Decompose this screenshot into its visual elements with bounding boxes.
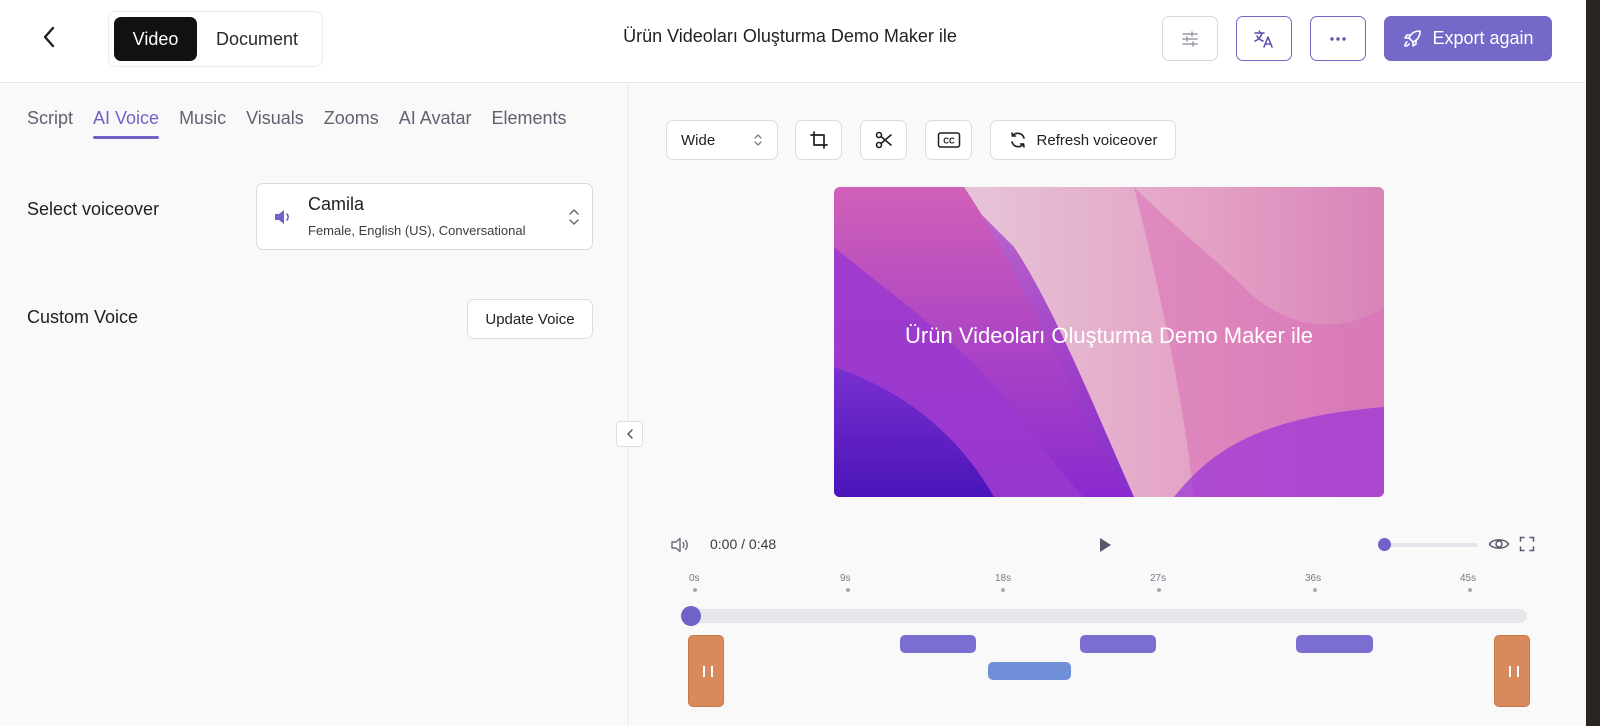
aspect-value: Wide bbox=[681, 131, 716, 149]
tick-marker bbox=[693, 588, 697, 592]
crop-icon bbox=[809, 131, 828, 149]
eye-icon[interactable] bbox=[1488, 536, 1510, 552]
translate-button[interactable] bbox=[1236, 16, 1292, 61]
tab-elements[interactable]: Elements bbox=[492, 108, 567, 139]
window-edge bbox=[1586, 0, 1600, 726]
translate-icon bbox=[1254, 29, 1273, 48]
preview-panel: Wide CC Refresh voiceover Ürün Videoları… bbox=[630, 84, 1586, 726]
speaker-icon bbox=[275, 210, 289, 224]
volume-slider[interactable] bbox=[1378, 538, 1478, 551]
document-mode-button[interactable]: Document bbox=[197, 17, 317, 61]
tab-music[interactable]: Music bbox=[179, 108, 226, 139]
collapse-panel-button[interactable] bbox=[616, 421, 643, 447]
tick-marker bbox=[1468, 588, 1472, 592]
tab-zooms[interactable]: Zooms bbox=[324, 108, 379, 139]
refresh-icon bbox=[1010, 132, 1025, 148]
more-options-button[interactable] bbox=[1310, 16, 1366, 61]
tab-ai-avatar[interactable]: AI Avatar bbox=[399, 108, 472, 139]
timeline-clip[interactable] bbox=[988, 662, 1071, 680]
update-voice-button[interactable]: Update Voice bbox=[467, 299, 593, 339]
rocket-icon bbox=[1404, 29, 1422, 47]
tab-visuals[interactable]: Visuals bbox=[246, 108, 304, 139]
timeline-tick: 27s bbox=[1150, 573, 1167, 584]
voice-name: Camila bbox=[308, 194, 365, 214]
video-preview[interactable]: Ürün Videoları Oluşturma Demo Maker ile bbox=[834, 187, 1384, 497]
export-again-button[interactable]: Export again bbox=[1384, 16, 1552, 61]
settings-panel: Script AI Voice Music Visuals Zooms AI A… bbox=[0, 84, 629, 726]
timeline-tick: 36s bbox=[1305, 573, 1322, 584]
play-icon bbox=[1100, 538, 1111, 552]
chevron-left-icon bbox=[626, 429, 633, 439]
video-overlay-title: Ürün Videoları Oluşturma Demo Maker ile bbox=[905, 323, 1313, 348]
view-mode-toggle: Video Document bbox=[108, 11, 323, 67]
trim-end-handle[interactable] bbox=[1494, 635, 1530, 707]
timeline-tick: 9s bbox=[840, 573, 851, 584]
refresh-voiceover-label: Refresh voiceover bbox=[1036, 131, 1158, 149]
timeline-tick: 45s bbox=[1460, 573, 1477, 584]
select-voiceover-label: Select voiceover bbox=[27, 199, 160, 219]
svg-text:CC: CC bbox=[943, 137, 955, 146]
fullscreen-icon[interactable] bbox=[1519, 536, 1535, 552]
play-button[interactable] bbox=[1096, 535, 1114, 560]
playback-scrubber[interactable] bbox=[681, 606, 1527, 626]
refresh-voiceover-button[interactable]: Refresh voiceover bbox=[990, 120, 1176, 160]
top-bar: Video Document Ürün Videoları Oluşturma … bbox=[0, 0, 1586, 83]
volume-slider-handle[interactable] bbox=[1378, 538, 1391, 551]
chevron-up-down-icon bbox=[569, 209, 579, 225]
aspect-ratio-select[interactable]: Wide bbox=[666, 120, 778, 160]
timeline-tick: 0s bbox=[689, 573, 700, 584]
total-duration: 0:48 bbox=[748, 536, 777, 552]
video-mode-button[interactable]: Video bbox=[114, 17, 197, 61]
playback-time: 0:00 / 0:48 bbox=[710, 536, 776, 552]
tab-script[interactable]: Script bbox=[27, 108, 73, 139]
chevron-left-icon bbox=[43, 26, 55, 48]
back-button[interactable] bbox=[36, 24, 62, 50]
custom-voice-label: Custom Voice bbox=[27, 307, 139, 327]
settings-button[interactable] bbox=[1162, 16, 1218, 61]
tick-marker bbox=[1313, 588, 1317, 592]
tick-marker bbox=[1001, 588, 1005, 592]
cut-button[interactable] bbox=[860, 120, 907, 160]
sliders-icon bbox=[1182, 30, 1198, 47]
captions-button[interactable]: CC bbox=[925, 120, 972, 160]
voice-description: Female, English (US), Conversational bbox=[308, 223, 526, 238]
scissors-icon bbox=[875, 131, 892, 149]
current-time: 0:00 bbox=[710, 536, 738, 552]
tick-marker bbox=[846, 588, 850, 592]
playhead[interactable] bbox=[681, 606, 701, 626]
timeline-clip[interactable] bbox=[1080, 635, 1156, 653]
voiceover-select[interactable]: Camila Female, English (US), Conversatio… bbox=[256, 183, 593, 250]
time-separator: / bbox=[741, 536, 746, 552]
timeline-clip[interactable] bbox=[1296, 635, 1373, 653]
tab-ai-voice[interactable]: AI Voice bbox=[93, 108, 160, 139]
closed-captions-icon: CC bbox=[937, 132, 960, 148]
trim-start-handle[interactable] bbox=[688, 635, 724, 707]
timeline-tick: 18s bbox=[995, 573, 1012, 584]
project-title: Ürün Videoları Oluşturma Demo Maker ile bbox=[623, 26, 957, 46]
export-label: Export again bbox=[1432, 28, 1534, 48]
timeline-clip[interactable] bbox=[900, 635, 976, 653]
crop-button[interactable] bbox=[795, 120, 842, 160]
ellipsis-icon bbox=[1330, 36, 1346, 41]
tick-marker bbox=[1157, 588, 1161, 592]
panel-tabs: Script AI Voice Music Visuals Zooms AI A… bbox=[27, 108, 587, 139]
volume-icon[interactable] bbox=[670, 536, 690, 554]
chevron-up-down-icon bbox=[754, 134, 762, 146]
